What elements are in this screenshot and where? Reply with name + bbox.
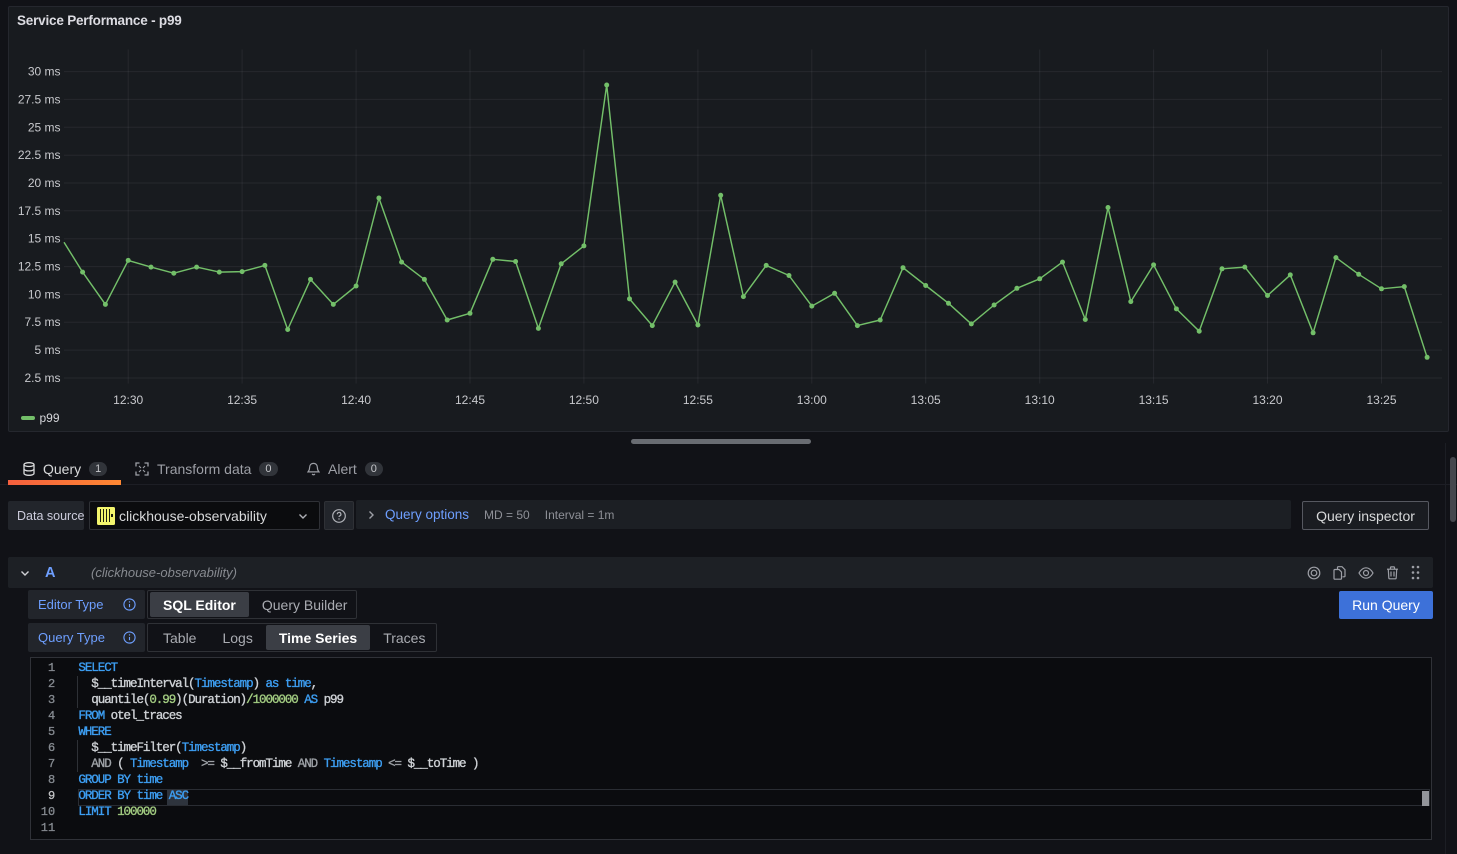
svg-text:12:35: 12:35 (227, 393, 257, 407)
svg-text:10 ms: 10 ms (28, 287, 61, 301)
svg-text:27.5 ms: 27.5 ms (18, 92, 61, 106)
svg-text:13:05: 13:05 (911, 393, 941, 407)
svg-text:20 ms: 20 ms (28, 176, 61, 190)
svg-text:2.5 ms: 2.5 ms (24, 371, 60, 385)
svg-text:5 ms: 5 ms (34, 343, 60, 357)
svg-text:22.5 ms: 22.5 ms (18, 148, 61, 162)
svg-text:25 ms: 25 ms (28, 120, 61, 134)
svg-text:13:00: 13:00 (797, 393, 827, 407)
svg-text:13:15: 13:15 (1139, 393, 1169, 407)
svg-text:13:20: 13:20 (1252, 393, 1282, 407)
svg-text:12:50: 12:50 (569, 393, 599, 407)
svg-text:15 ms: 15 ms (28, 232, 61, 246)
svg-text:30 ms: 30 ms (28, 65, 61, 79)
svg-text:12:55: 12:55 (683, 393, 713, 407)
svg-text:13:25: 13:25 (1366, 393, 1396, 407)
svg-text:13:10: 13:10 (1025, 393, 1055, 407)
svg-text:12.5 ms: 12.5 ms (18, 260, 61, 274)
svg-text:7.5 ms: 7.5 ms (24, 315, 60, 329)
svg-text:17.5 ms: 17.5 ms (18, 204, 61, 218)
svg-text:12:45: 12:45 (455, 393, 485, 407)
svg-text:12:30: 12:30 (113, 393, 143, 407)
svg-text:12:40: 12:40 (341, 393, 371, 407)
